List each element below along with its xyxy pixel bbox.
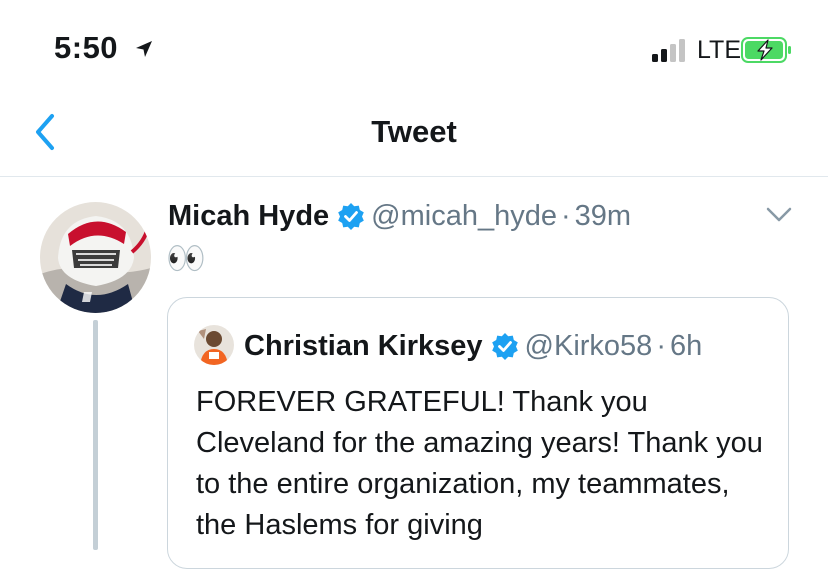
location-arrow-icon [136,41,152,57]
page-title: Tweet [371,114,457,149]
tweet-text: 👀 [166,240,206,276]
separator-dot: · [560,200,571,232]
tweet-time[interactable]: 39m [575,200,631,232]
quoted-tweet[interactable]: Christian Kirksey @Kirko58 · 6h FOREVER GR… [167,297,789,569]
status-time: 5:50 [54,30,119,65]
author-name[interactable]: Micah Hyde [168,200,329,232]
separator-dot: · [656,330,666,362]
author-handle[interactable]: @micah_hyde [371,200,557,232]
battery-charging-icon [741,37,791,63]
tweet-header: Micah Hyde @micah_hyde · 39m [168,198,631,238]
quoted-author-handle: @Kirko58 [524,330,653,362]
tweet: Micah Hyde @micah_hyde · 39m 👀 Christian K… [0,177,828,569]
quoted-tweet-text: FOREVER GRATEFUL! Thank you Cleveland fo… [196,386,763,541]
avatar[interactable] [40,202,151,313]
quoted-author-name: Christian Kirksey [244,330,483,362]
carrier-label: LTE [697,36,741,64]
quoted-avatar [194,325,234,365]
quoted-tweet-time: 6h [670,330,703,362]
cellular-signal-icon [652,39,685,62]
verified-badge-icon [338,203,364,230]
verified-badge-icon [491,333,518,360]
quoted-tweet-header: Christian Kirksey @Kirko58 · 6h [194,325,702,365]
navigation-bar: Tweet [0,88,828,177]
chevron-down-icon[interactable] [766,205,792,225]
status-bar: 5:50 LTE [0,0,828,88]
thread-line [93,320,98,550]
